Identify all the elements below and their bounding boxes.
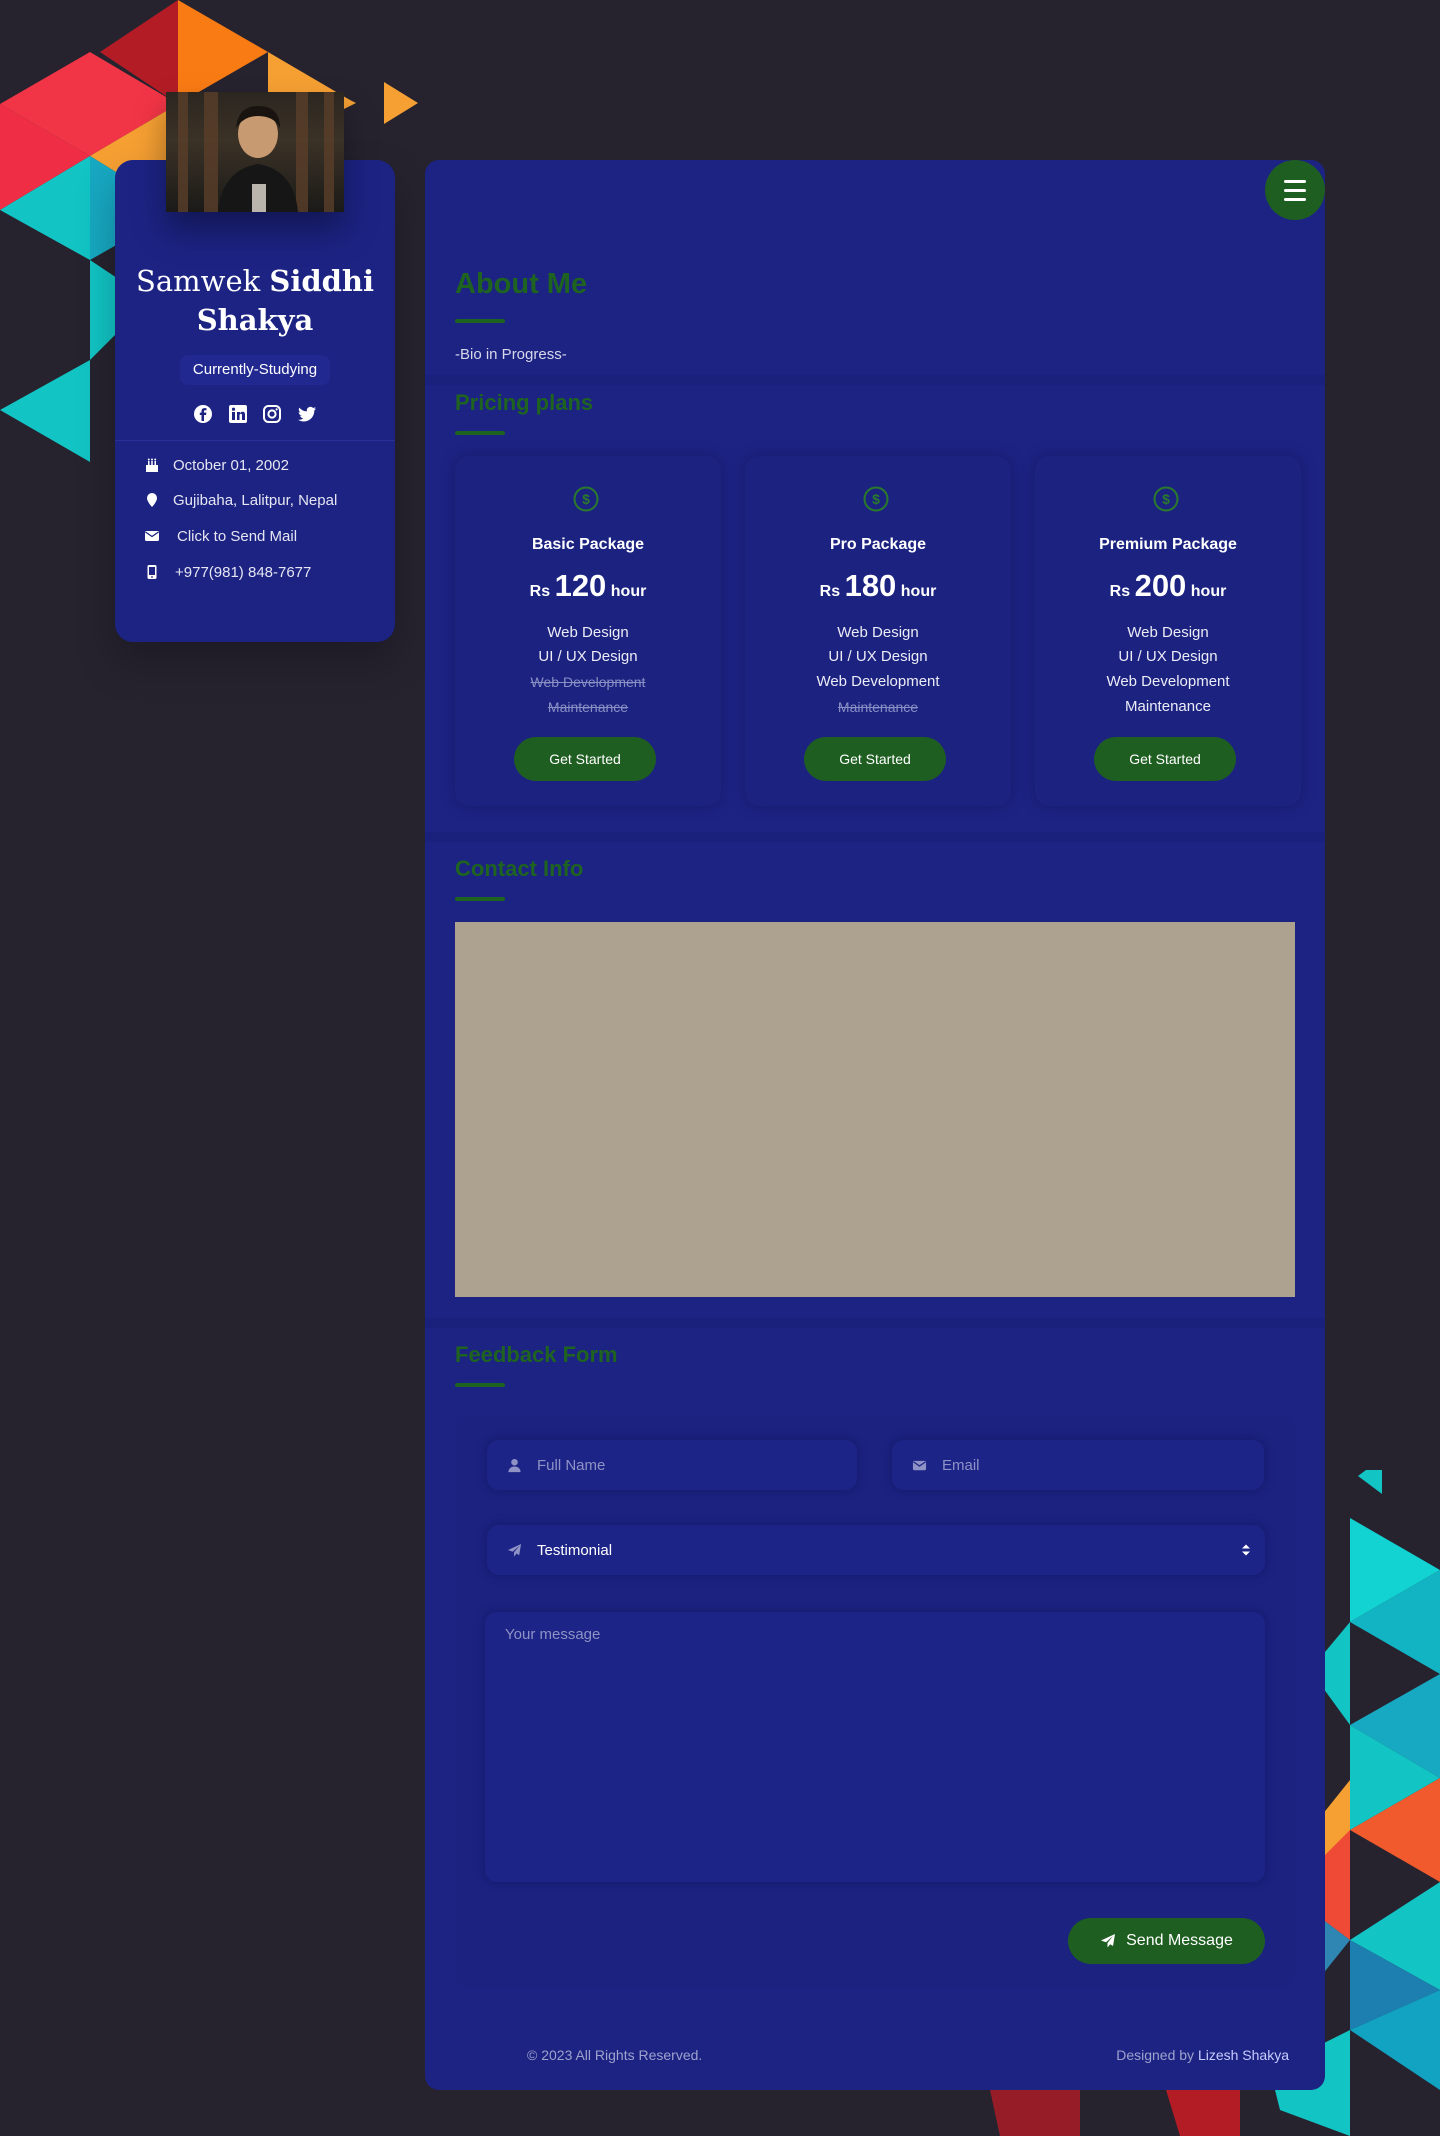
birthday-row: October 01, 2002	[143, 453, 289, 477]
feedback-title: Feedback Form	[455, 1342, 618, 1367]
social-links	[193, 404, 317, 426]
facebook-icon[interactable]	[193, 404, 213, 424]
plan-feature-excluded: Maintenance	[837, 699, 919, 715]
profile-avatar	[166, 92, 344, 212]
menu-button[interactable]	[1265, 160, 1325, 220]
plan-name: Basic Package	[531, 536, 645, 553]
svg-text:$: $	[872, 491, 880, 507]
message-placeholder: Your message	[505, 1626, 601, 1643]
envelope-icon	[910, 1456, 928, 1474]
plan-price: Rs 180 hour	[819, 568, 937, 603]
plan-feature-excluded: Maintenance	[547, 699, 629, 715]
dollar-icon: $	[1153, 486, 1179, 512]
bio-text: -Bio in Progress-	[455, 346, 567, 363]
full-name-placeholder: Full Name	[537, 1456, 606, 1474]
sidebar-divider	[115, 440, 395, 441]
twitter-icon[interactable]	[297, 404, 317, 424]
status-badge: Currently-Studying	[180, 355, 330, 385]
message-type-value: Testimonial	[537, 1541, 613, 1559]
plan-feature: UI / UX Design	[538, 648, 638, 665]
svg-text:$: $	[1162, 491, 1170, 507]
get-started-button[interactable]: Get Started	[1094, 737, 1236, 781]
email-field[interactable]: Email	[892, 1440, 1264, 1490]
hamburger-icon-line	[1284, 188, 1306, 192]
plan-feature: Web Design	[1127, 624, 1209, 641]
plan-card-basic: $ Basic Package Rs 120 hour Web Design U…	[455, 456, 721, 806]
hamburger-icon-line	[1284, 197, 1306, 201]
map-embed[interactable]	[455, 922, 1295, 1297]
linkedin-icon[interactable]	[228, 404, 248, 424]
paper-plane-icon	[1101, 1934, 1116, 1948]
contact-title: Contact Info	[455, 856, 584, 881]
contact-title-underline	[455, 897, 505, 901]
first-name: Samwek	[135, 264, 261, 298]
plan-feature-excluded: Web Development	[530, 674, 646, 690]
feedback-title-underline	[455, 1383, 505, 1387]
envelope-icon	[143, 527, 161, 545]
pricing-title-underline	[455, 431, 505, 435]
designer-link[interactable]: Lizesh Shakya	[1198, 2047, 1289, 2063]
dollar-icon: $	[573, 486, 599, 512]
plan-feature: Web Design	[837, 624, 919, 641]
section-separator	[425, 832, 1325, 842]
send-message-label: Send Message	[1126, 1932, 1233, 1949]
plan-price: Rs 120 hour	[529, 568, 647, 603]
location-row: Gujibaha, Lalitpur, Nepal	[143, 488, 337, 512]
plan-name: Pro Package	[829, 536, 927, 553]
cake-icon	[143, 456, 161, 474]
section-separator	[425, 375, 1325, 385]
plan-name: Premium Package	[1099, 536, 1237, 553]
hamburger-icon-line	[1284, 179, 1306, 183]
phone-row: +977(981) 848-7677	[143, 560, 311, 584]
plan-price: Rs 200 hour	[1109, 568, 1227, 603]
get-started-button[interactable]: Get Started	[514, 737, 656, 781]
phone-text: +977(981) 848-7677	[175, 563, 312, 581]
plan-feature: Maintenance	[1125, 698, 1211, 715]
map-marker-icon	[143, 491, 161, 509]
message-type-select[interactable]: Testimonial	[487, 1525, 1265, 1575]
designer-credit: Designed by Lizesh Shakya	[1116, 2047, 1289, 2063]
copyright-text: © 2023 All Rights Reserved.	[527, 2047, 703, 2063]
plan-card-pro: $ Pro Package Rs 180 hour Web Design UI …	[745, 456, 1011, 806]
email-placeholder: Email	[942, 1456, 980, 1474]
mail-row[interactable]: Click to Send Mail	[143, 524, 297, 548]
profile-name: Samwek Siddhi Shakya	[125, 262, 385, 340]
about-title: About Me	[455, 268, 588, 300]
plan-feature: Web Development	[1106, 673, 1230, 690]
plan-feature: UI / UX Design	[1118, 648, 1218, 665]
send-message-button[interactable]: Send Message	[1068, 1918, 1265, 1964]
svg-text:$: $	[582, 491, 590, 507]
user-icon	[505, 1456, 523, 1474]
pricing-title: Pricing plans	[455, 390, 594, 415]
birthday-text: October 01, 2002	[173, 456, 289, 474]
location-text: Gujibaha, Lalitpur, Nepal	[173, 491, 338, 509]
mobile-phone-icon	[143, 563, 161, 581]
designed-by-text: Designed by	[1116, 2047, 1195, 2063]
instagram-icon[interactable]	[262, 404, 282, 424]
dollar-icon: $	[863, 486, 889, 512]
plan-feature: Web Development	[816, 673, 940, 690]
select-caret-icon	[1242, 1544, 1250, 1556]
mail-link[interactable]: Click to Send Mail	[177, 528, 297, 545]
about-title-underline	[455, 319, 505, 323]
section-separator	[425, 1318, 1325, 1328]
paper-plane-icon	[505, 1541, 523, 1559]
plan-card-premium: $ Premium Package Rs 200 hour Web Design…	[1035, 456, 1301, 806]
message-textarea[interactable]: Your message	[485, 1612, 1265, 1882]
plan-feature: UI / UX Design	[828, 648, 928, 665]
get-started-button[interactable]: Get Started	[804, 737, 946, 781]
full-name-field[interactable]: Full Name	[487, 1440, 857, 1490]
plan-feature: Web Design	[547, 624, 629, 641]
